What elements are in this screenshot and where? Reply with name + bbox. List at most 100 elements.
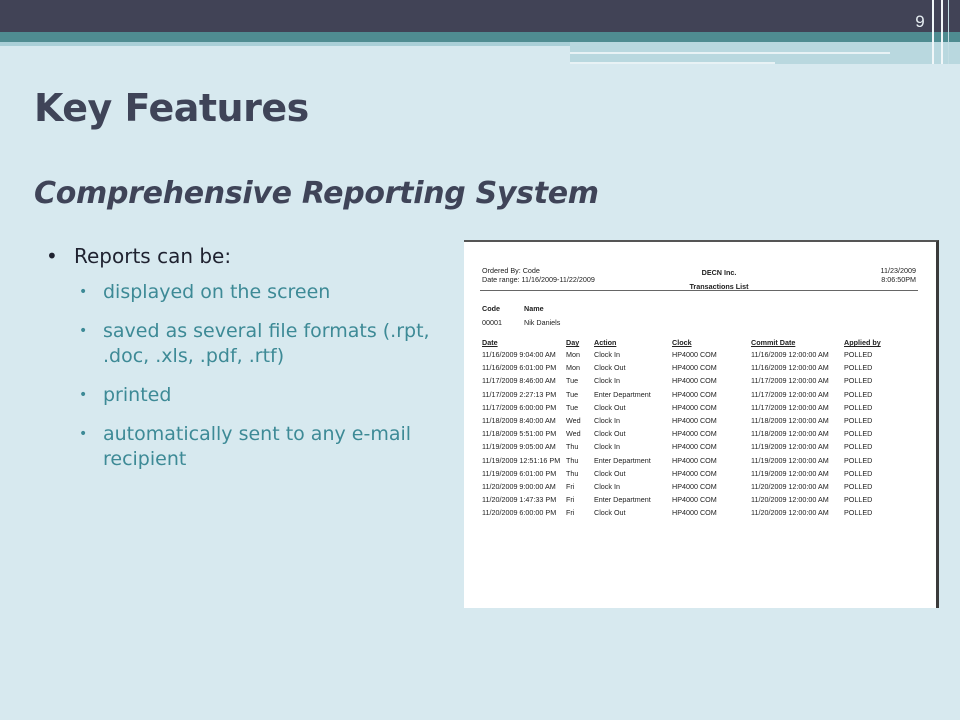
table-row: 11/17/2009 6:00:00 PM Tue Clock Out HP4000 … — [482, 401, 904, 414]
table-cell: Clock In — [594, 481, 620, 491]
table-cell: Enter Department — [594, 495, 651, 505]
employee-header: Code Name — [482, 304, 544, 313]
sub-bullet-item: • printed — [79, 383, 444, 408]
table-cell: Enter Department — [594, 455, 651, 465]
table-cell: POLLED — [844, 376, 873, 386]
column-header: Applied by — [844, 338, 881, 347]
table-cell: HP4000 COM — [672, 376, 717, 386]
table-cell: HP4000 COM — [672, 495, 717, 505]
table-cell: 11/20/2009 12:00:00 AM — [751, 481, 829, 491]
header-vertical-line — [941, 0, 943, 64]
table-cell: 11/16/2009 12:00:00 AM — [751, 350, 829, 360]
report-company: DECN Inc. — [701, 268, 737, 277]
table-cell: Clock In — [594, 350, 620, 360]
table-row: 11/20/2009 6:00:00 PM Fri Clock Out HP4000 … — [482, 506, 904, 519]
employee-code: 00001 — [482, 318, 502, 327]
table-cell: 11/18/2009 5:51:00 PM — [482, 429, 557, 439]
sub-bullet-text: printed — [103, 384, 172, 406]
table-cell: 11/16/2009 6:01:00 PM — [482, 363, 557, 373]
table-cell: POLLED — [844, 363, 873, 373]
column-header: Commit Date — [751, 338, 796, 347]
slide-title: Key Features — [34, 86, 309, 130]
table-cell: POLLED — [844, 429, 873, 439]
report-print-date: 11/23/2009 — [880, 266, 916, 275]
bullet-dot-icon: • — [79, 284, 88, 300]
table-cell: Mon — [566, 350, 580, 360]
table-cell: 11/20/2009 1:47:33 PM — [482, 495, 557, 505]
table-cell: 11/17/2009 2:27:13 PM — [482, 389, 557, 399]
table-cell: 11/19/2009 12:00:00 AM — [751, 455, 829, 465]
transactions-table: Date Day Action Clock Commit Date Applie… — [482, 337, 904, 519]
slide-number: 9 — [915, 12, 925, 31]
report-title: Transactions List — [689, 282, 749, 291]
table-cell: 11/18/2009 8:40:00 AM — [482, 416, 556, 426]
table-cell: Clock Out — [594, 402, 626, 412]
table-cell: HP4000 COM — [672, 416, 717, 426]
table-cell: 11/17/2009 6:00:00 PM — [482, 402, 557, 412]
table-cell: Wed — [566, 416, 581, 426]
table-cell: POLLED — [844, 402, 873, 412]
header-vertical-line — [932, 0, 934, 64]
table-cell: HP4000 COM — [672, 468, 717, 478]
bullet-dot-icon: • — [46, 244, 58, 268]
table-cell: POLLED — [844, 350, 873, 360]
bullet-dot-icon: • — [79, 323, 88, 339]
table-cell: HP4000 COM — [672, 442, 717, 452]
table-cell: Clock In — [594, 416, 620, 426]
report-print-time: 8:06:50PM — [881, 275, 916, 284]
table-cell: POLLED — [844, 468, 873, 478]
header-vertical-line — [948, 0, 949, 64]
table-cell: POLLED — [844, 442, 873, 452]
table-cell: HP4000 COM — [672, 429, 717, 439]
table-cell: Thu — [566, 468, 579, 478]
report-screenshot: Ordered By: Code Date range: 11/16/2009-… — [464, 240, 939, 608]
table-cell: Clock Out — [594, 508, 626, 518]
bullet-dot-icon: • — [79, 426, 88, 442]
table-cell: HP4000 COM — [672, 350, 717, 360]
table-row: 11/16/2009 6:01:00 PM Mon Clock Out HP4000 … — [482, 361, 904, 374]
table-cell: Tue — [566, 376, 579, 386]
table-cell: POLLED — [844, 455, 873, 465]
table-cell: Clock In — [594, 442, 620, 452]
table-cell: HP4000 COM — [672, 455, 717, 465]
table-cell: Clock Out — [594, 429, 626, 439]
sub-bullet-item: • displayed on the screen — [79, 280, 444, 305]
table-cell: POLLED — [844, 495, 873, 505]
bullet-dot-icon: • — [79, 387, 88, 403]
table-row: 11/18/2009 8:40:00 AM Wed Clock In HP4000 C… — [482, 414, 904, 427]
table-cell: Clock In — [594, 376, 620, 386]
table-cell: 11/19/2009 6:01:00 PM — [482, 468, 557, 478]
report-divider — [480, 290, 918, 291]
sub-bullet-text: saved as several file formats (.rpt, .do… — [103, 320, 430, 367]
table-cell: HP4000 COM — [672, 363, 717, 373]
table-cell: 11/20/2009 12:00:00 AM — [751, 495, 829, 505]
sub-bullet-text: displayed on the screen — [103, 281, 331, 303]
table-cell: 11/17/2009 12:00:00 AM — [751, 402, 829, 412]
header-accent-band — [0, 32, 960, 42]
bullet-text: Reports can be: — [74, 244, 232, 268]
table-cell: 11/19/2009 12:00:00 AM — [751, 442, 829, 452]
table-row: 11/19/2009 6:01:00 PM Thu Clock Out HP4000 … — [482, 467, 904, 480]
table-cell: Enter Department — [594, 389, 651, 399]
table-cell: POLLED — [844, 416, 873, 426]
table-cell: HP4000 COM — [672, 508, 717, 518]
table-cell: POLLED — [844, 508, 873, 518]
column-header: Day — [566, 338, 580, 347]
table-cell: Wed — [566, 429, 581, 439]
table-cell: 11/18/2009 12:00:00 AM — [751, 416, 829, 426]
table-row: 11/19/2009 12:51:16 PM Thu Enter Departmen… — [482, 454, 904, 467]
table-cell: 11/17/2009 8:46:00 AM — [482, 376, 556, 386]
table-row: 11/19/2009 9:05:00 AM Thu Clock In HP4000 C… — [482, 440, 904, 453]
table-row: 11/16/2009 9:04:00 AM Mon Clock In HP4000 C… — [482, 348, 904, 361]
transactions-body: 11/16/2009 9:04:00 AM Mon Clock In HP4000 C… — [482, 348, 904, 519]
report-header-right: 11/23/2009 8:06:50PM — [881, 266, 916, 284]
table-cell: 11/19/2009 9:05:00 AM — [482, 442, 556, 452]
table-cell: Fri — [566, 495, 575, 505]
header-stripe — [0, 42, 570, 46]
table-cell: HP4000 COM — [672, 389, 717, 399]
table-row: 11/18/2009 5:51:00 PM Wed Clock Out HP4000 … — [482, 427, 904, 440]
header-stripe-line — [570, 52, 890, 54]
employee-row: 00001 Nik Daniels — [482, 318, 560, 327]
table-cell: Fri — [566, 508, 575, 518]
table-row: 11/20/2009 9:00:00 AM Fri Clock In HP4000 C… — [482, 480, 904, 493]
